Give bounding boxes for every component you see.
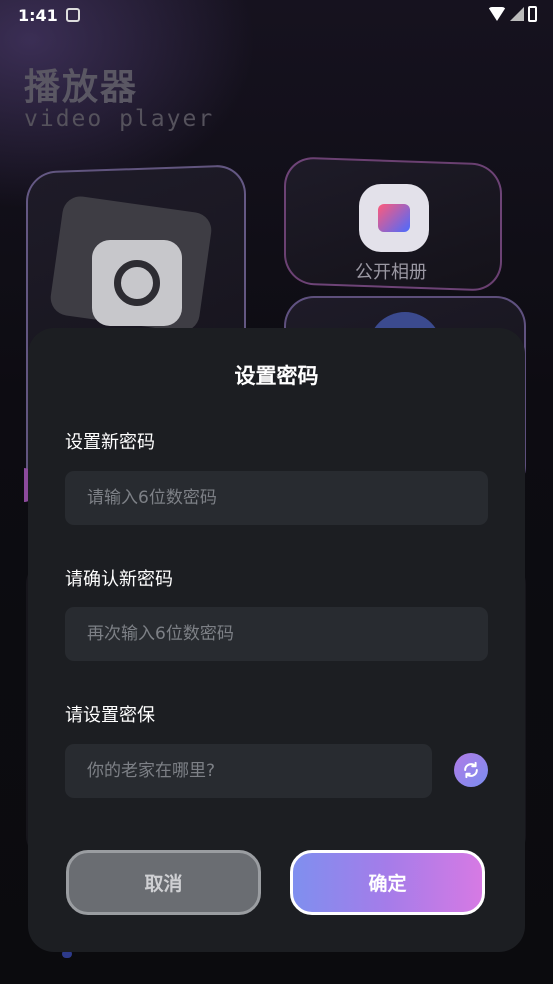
confirm-button[interactable]: 确定 — [290, 850, 485, 915]
image-icon-inner — [378, 204, 410, 232]
dialog-title: 设置密码 — [234, 364, 319, 388]
refresh-question-button[interactable] — [454, 753, 488, 787]
notification-icon — [66, 8, 80, 22]
image-icon — [359, 184, 429, 252]
battery-icon — [528, 6, 537, 22]
camera-lens — [114, 260, 160, 306]
confirm-password-label: 请确认新密码 — [65, 569, 173, 590]
refresh-icon — [464, 761, 478, 779]
wifi-icon — [488, 7, 506, 21]
status-time: 1:41 — [18, 6, 58, 25]
public-album-label: 公开相册 — [355, 262, 427, 283]
new-password-input[interactable] — [65, 471, 488, 525]
status-icons — [488, 6, 537, 22]
new-password-label: 设置新密码 — [65, 432, 155, 453]
security-question-label: 请设置密保 — [65, 705, 155, 726]
signal-icon — [510, 7, 524, 21]
set-password-dialog: 设置密码 设置新密码 请确认新密码 请设置密保 取消 确定 — [28, 328, 525, 952]
status-bar: 1:41 — [0, 0, 553, 32]
app-subtitle: video player — [24, 106, 215, 132]
app-title: 播放器 — [24, 67, 139, 108]
camera-icon — [92, 240, 182, 326]
security-question-input[interactable] — [65, 744, 432, 798]
cancel-button[interactable]: 取消 — [66, 850, 261, 915]
confirm-password-input[interactable] — [65, 607, 488, 661]
